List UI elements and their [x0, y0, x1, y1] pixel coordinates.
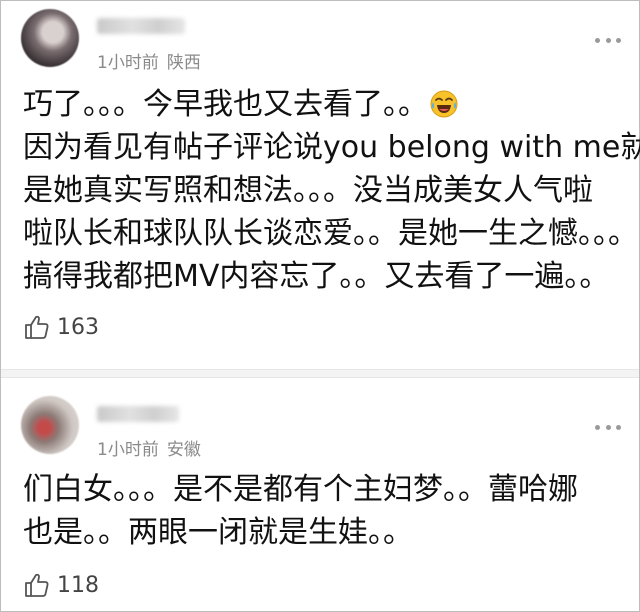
avatar[interactable] [21, 396, 79, 454]
comment-text: 巧了。。。今早我也又去看了。。 因为看见有帖子评论说you belong wit… [23, 83, 640, 298]
comment-location: 安徽 [166, 440, 201, 460]
username-blurred[interactable] [97, 18, 185, 34]
comment-list: 1小时前 陕西 巧了。。。今早我也又去看了。。 因为看见有帖子评论说you bel… [0, 0, 640, 612]
comment-line: 是她真实写照和想法。。。没当成美女人气啦 [23, 173, 593, 208]
comment-line: 啦队长和球队队长谈恋爱。。是她一生之憾。。。 [23, 216, 638, 251]
comment-line: 因为看见有帖子评论说you belong with me就 [23, 130, 640, 165]
like-count: 163 [57, 314, 99, 340]
comment-meta: 1小时前 安徽 [97, 435, 201, 460]
comment-time: 1小时前 [97, 53, 159, 73]
comment-line: 搞得我都把MV内容忘了。。又去看了一遍。。 [23, 259, 610, 294]
thumbs-up-icon [25, 315, 49, 339]
like-button[interactable]: 163 [23, 313, 99, 341]
more-dots-icon[interactable] [595, 424, 621, 430]
username-blurred[interactable] [97, 406, 179, 422]
comment-text: 们白女。。。是不是都有个主妇梦。。蕾哈娜 也是。。两眼一闭就是生娃。。 [23, 468, 623, 554]
comment-location: 陕西 [166, 53, 201, 73]
comment-line: 也是。。两眼一闭就是生娃。。 [23, 515, 413, 550]
comment-item: 1小时前 陕西 巧了。。。今早我也又去看了。。 因为看见有帖子评论说you bel… [1, 1, 640, 369]
comment-meta: 1小时前 陕西 [97, 48, 201, 73]
comment-time: 1小时前 [97, 440, 159, 460]
laughing-tears-emoji [430, 90, 458, 118]
more-dots-icon[interactable] [595, 37, 621, 43]
like-button[interactable]: 118 [23, 571, 99, 599]
comment-line: 巧了。。。今早我也又去看了。。 [23, 83, 623, 126]
comment-item: 1小时前 安徽 们白女。。。是不是都有个主妇梦。。蕾哈娜 也是。。两眼一闭就是生娃… [1, 376, 639, 611]
avatar[interactable] [21, 9, 79, 67]
comment-line: 们白女。。。是不是都有个主妇梦。。蕾哈娜 [23, 472, 578, 507]
like-count: 118 [57, 572, 99, 598]
thumbs-up-icon [25, 573, 49, 597]
